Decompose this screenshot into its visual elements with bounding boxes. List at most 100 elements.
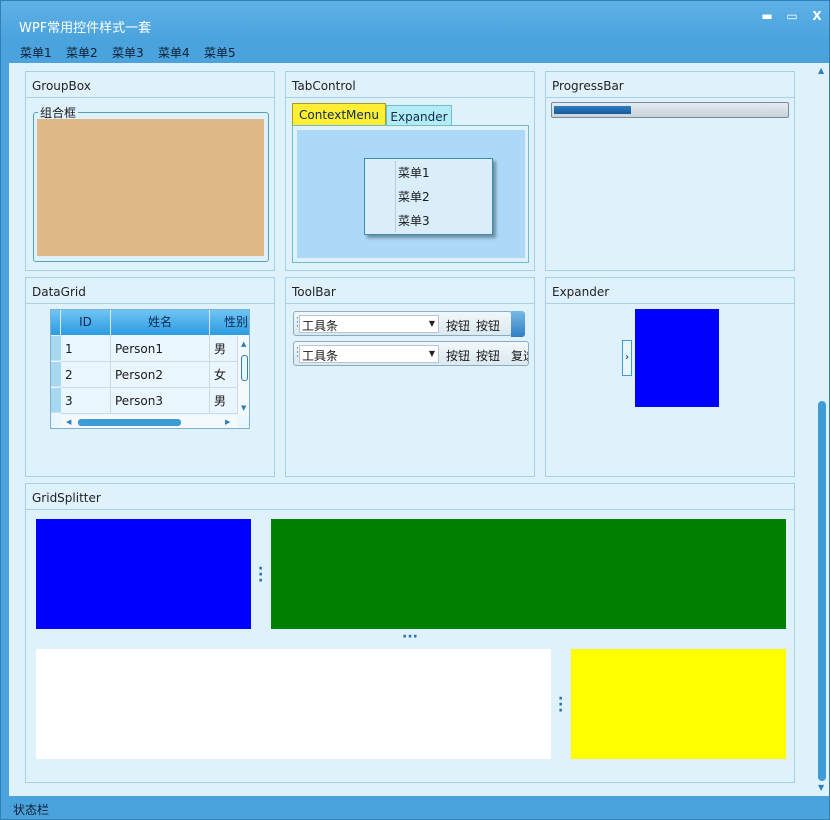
grid-cell-id[interactable]: 3 — [61, 388, 111, 414]
toolbar-button[interactable]: 按钮 — [476, 347, 500, 364]
grid-cell-gender[interactable]: 男 — [210, 336, 238, 362]
grid-cell-name[interactable]: Person3 — [111, 388, 210, 414]
context-menu-separator — [395, 161, 396, 232]
context-menu-item-3[interactable]: 菜单3 — [398, 212, 430, 229]
toolbar-button[interactable]: 按钮 — [446, 317, 470, 334]
menu-item-1[interactable]: 菜单1 — [20, 44, 52, 61]
main-vertical-scrollbar[interactable]: ▲ ▼ — [815, 63, 829, 796]
row-header[interactable] — [51, 388, 61, 413]
panel-title: TabControl — [292, 79, 356, 93]
grid-cell-name[interactable]: Person2 — [111, 362, 210, 388]
panel-title: GridSplitter — [32, 491, 101, 505]
groupbox-content — [37, 119, 264, 256]
progress-fill — [554, 106, 632, 114]
panel-title: DataGrid — [32, 285, 86, 299]
panel-header: ProgressBar — [546, 72, 794, 98]
row-header[interactable] — [51, 336, 61, 361]
toolbar-overflow-button[interactable] — [511, 311, 525, 337]
main-scroll-thumb[interactable] — [818, 401, 826, 781]
scroll-up-icon[interactable]: ▲ — [818, 67, 826, 75]
grid-cell-id[interactable]: 1 — [61, 336, 111, 362]
expander-panel: Expander › — [545, 277, 795, 477]
window-title: WPF常用控件样式一套 — [19, 21, 152, 36]
status-bar: 状态栏 — [1, 797, 829, 819]
panel-header: ToolBar — [286, 278, 534, 304]
toolbar-checkbox[interactable]: 复选 — [511, 347, 528, 364]
maximize-button[interactable]: ▭ — [782, 7, 802, 25]
toolbar-combobox[interactable]: 工具条 ▼ — [299, 315, 439, 333]
grid-header-name[interactable]: 姓名 — [111, 310, 210, 335]
chevron-right-icon: › — [624, 352, 630, 363]
minimize-button[interactable]: ▬ — [757, 7, 777, 25]
tabcontrol-panel: TabControl ContextMenu Expander 菜单1 菜单2 … — [285, 71, 535, 271]
vertical-splitter-handle[interactable]: · · · — [258, 562, 263, 588]
menu-bar: 菜单1 菜单2 菜单3 菜单4 菜单5 — [9, 41, 823, 63]
grid-vertical-scrollbar[interactable]: ▲ ▼ — [238, 335, 249, 415]
tab-label: ContextMenu — [299, 108, 379, 122]
grid-vertical-thumb[interactable] — [241, 355, 248, 381]
row-header[interactable] — [51, 362, 61, 387]
menu-item-4[interactable]: 菜单4 — [158, 44, 190, 61]
grid-cell-white — [36, 649, 551, 759]
progress-bar — [551, 102, 789, 118]
tab-content: 菜单1 菜单2 菜单3 — [292, 125, 529, 263]
grid-header-gender[interactable]: 性别 — [210, 310, 249, 335]
toolbar-panel: ToolBar · · · 工具条 ▼ 按钮 按钮 · · · 工具条 ▼ 按钮 按钮 — [285, 277, 535, 477]
grid-cell-gender[interactable]: 男 — [210, 388, 238, 414]
panel-header: GridSplitter — [26, 484, 794, 510]
grid-cell-name[interactable]: Person1 — [111, 336, 210, 362]
horizontal-splitter-handle[interactable]: ··· — [402, 630, 418, 644]
context-menu: 菜单1 菜单2 菜单3 — [364, 158, 493, 235]
toolbar-2: ··· 工具条 ▼ 按钮 按钮 复选 — [293, 341, 529, 366]
panel-header: TabControl — [286, 72, 534, 98]
menu-item-3[interactable]: 菜单3 — [112, 44, 144, 61]
grid-horizontal-thumb[interactable] — [78, 419, 181, 426]
toolbar-1: · · · 工具条 ▼ 按钮 按钮 — [293, 311, 512, 336]
menu-item-5[interactable]: 菜单5 — [204, 44, 236, 61]
title-bar[interactable]: WPF常用控件样式一套 ▬ ▭ X — [1, 1, 829, 41]
gridsplitter-panel: GridSplitter · · · ··· · · · — [25, 483, 795, 783]
scroll-down-icon[interactable]: ▼ — [818, 784, 826, 792]
data-grid[interactable]: ID 姓名 性别 1 Person1 男 2 Person2 女 3 Perso… — [50, 309, 250, 429]
combobox-text: 工具条 — [302, 319, 339, 333]
progressbar-panel: ProgressBar — [545, 71, 795, 271]
grid-horizontal-scrollbar[interactable]: ◀ ▶ — [61, 415, 238, 428]
expander-toggle[interactable]: › — [622, 340, 632, 376]
grid-header-row: ID 姓名 性别 — [51, 310, 249, 335]
scroll-down-icon[interactable]: ▼ — [241, 404, 246, 412]
panel-title: GroupBox — [32, 79, 91, 93]
scroll-up-icon[interactable]: ▲ — [241, 340, 246, 348]
grid-cell-gender[interactable]: 女 — [210, 362, 238, 388]
panel-title: Expander — [552, 285, 610, 299]
menu-item-2[interactable]: 菜单2 — [66, 44, 98, 61]
main-window: WPF常用控件样式一套 ▬ ▭ X 菜单1 菜单2 菜单3 菜单4 菜单5 Gr… — [0, 0, 830, 820]
dropdown-arrow-icon[interactable]: ▼ — [429, 349, 435, 358]
expander-content — [635, 309, 719, 407]
vertical-splitter-handle-2[interactable]: · · · — [558, 692, 563, 718]
tab-contextmenu[interactable]: ContextMenu — [292, 103, 386, 126]
grid-cell-blue — [36, 519, 251, 629]
panel-header: Expander — [546, 278, 794, 304]
panel-title: ProgressBar — [552, 79, 624, 93]
toolbar-button[interactable]: 按钮 — [446, 347, 470, 364]
toolbar-combobox[interactable]: 工具条 ▼ — [299, 345, 439, 363]
groupbox-panel: GroupBox 组合框 — [25, 71, 275, 271]
grid-header-id[interactable]: ID — [61, 310, 111, 335]
scroll-right-icon[interactable]: ▶ — [225, 418, 230, 426]
tab-inner-area: 菜单1 菜单2 菜单3 — [297, 130, 525, 258]
dropdown-arrow-icon[interactable]: ▼ — [429, 319, 435, 328]
scroll-left-icon[interactable]: ◀ — [66, 418, 71, 426]
toolbar-button[interactable]: 按钮 — [476, 317, 500, 334]
close-button[interactable]: X — [807, 7, 827, 25]
grid-cell-id[interactable]: 2 — [61, 362, 111, 388]
tab-expander[interactable]: Expander — [386, 105, 452, 126]
status-text: 状态栏 — [13, 803, 50, 817]
panel-header: GroupBox — [26, 72, 274, 98]
panel-title: ToolBar — [292, 285, 336, 299]
context-menu-item-1[interactable]: 菜单1 — [398, 164, 430, 181]
datagrid-panel: DataGrid ID 姓名 性别 1 Person1 男 2 Person2 … — [25, 277, 275, 477]
grid-corner — [51, 310, 61, 335]
content-area: GroupBox 组合框 TabControl ContextMenu Expa… — [9, 63, 815, 796]
context-menu-item-2[interactable]: 菜单2 — [398, 188, 430, 205]
combobox-text: 工具条 — [302, 349, 339, 363]
